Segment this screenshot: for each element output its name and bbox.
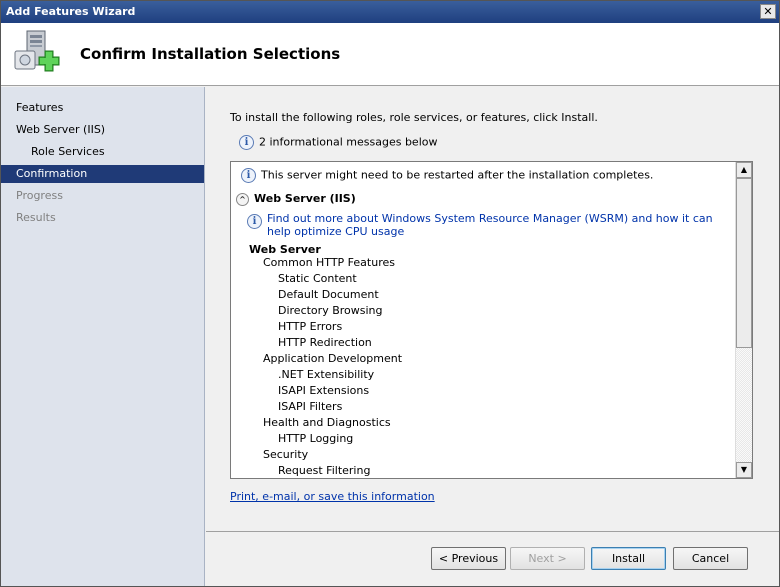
tree-item: Common HTTP Features [263,256,395,269]
info-icon: i [239,135,254,150]
tree-item: Application Development [263,352,403,365]
vertical-scrollbar[interactable]: ▲ ▼ [735,162,752,478]
page-title: Confirm Installation Selections [80,45,341,63]
tree-group-label: Web Server [249,243,321,256]
tree-item: ISAPI Filters [278,400,343,413]
previous-button[interactable]: < Previous [431,547,506,570]
print-save-link[interactable]: Print, e-mail, or save this information [230,490,435,503]
close-button[interactable]: ✕ [760,4,776,19]
wizard-window: Add Features Wizard ✕ Confirm Installati… [0,0,780,587]
tree-item: Directory Browsing [278,304,383,317]
selections-listbox[interactable]: i This server might need to be restarted … [230,161,753,479]
next-button: Next > [510,547,585,570]
restart-notice: i This server might need to be restarted … [241,168,653,183]
sidebar-item-role-services[interactable]: Role Services [1,143,204,161]
tree-item: ISAPI Extensions [278,384,370,397]
tree-item: .NET Extensibility [278,368,375,381]
tree-item: HTTP Redirection [278,336,372,349]
title-bar: Add Features Wizard ✕ [1,1,779,23]
tree-item: Default Document [278,288,379,301]
sidebar-item-web-server[interactable]: Web Server (IIS) [1,121,204,139]
cancel-button[interactable]: Cancel [673,547,748,570]
collapse-icon[interactable]: ^ [236,192,249,206]
tree-item: HTTP Logging [278,432,354,445]
tree-item: Health and Diagnostics [263,416,391,429]
info-icon: i [241,168,256,183]
server-add-icon [14,30,60,72]
window-title: Add Features Wizard [6,5,136,18]
wizard-header: Confirm Installation Selections [1,23,779,86]
tree-item: Static Content [278,272,357,285]
tree-item: Request Filtering [278,464,371,477]
tree-item: Security [263,448,309,461]
tree-item: HTTP Errors [278,320,343,333]
scroll-down-button[interactable]: ▼ [736,462,752,478]
wsrm-link[interactable]: Find out more about Windows System Resou… [267,212,733,238]
sidebar-item-results: Results [16,211,56,224]
install-button[interactable]: Install [591,547,666,570]
sidebar-item-progress: Progress [16,189,63,202]
info-count-text: 2 informational messages below [259,135,438,149]
info-summary: i 2 informational messages below [239,135,437,150]
sidebar-item-confirmation[interactable]: Confirmation [1,165,204,183]
intro-text: To install the following roles, role ser… [230,111,598,124]
restart-notice-text: This server might need to be restarted a… [261,168,654,182]
scroll-thumb[interactable] [736,178,752,348]
info-icon: i [247,214,262,229]
sidebar: Features Web Server (IIS) Role Services … [1,87,205,586]
sidebar-item-features[interactable]: Features [1,99,204,117]
listbox-content: i This server might need to be restarted … [231,162,736,478]
scroll-up-button[interactable]: ▲ [736,162,752,178]
section-header-web-server[interactable]: ^ Web Server (IIS) [236,192,356,206]
section-title: Web Server (IIS) [254,192,356,205]
